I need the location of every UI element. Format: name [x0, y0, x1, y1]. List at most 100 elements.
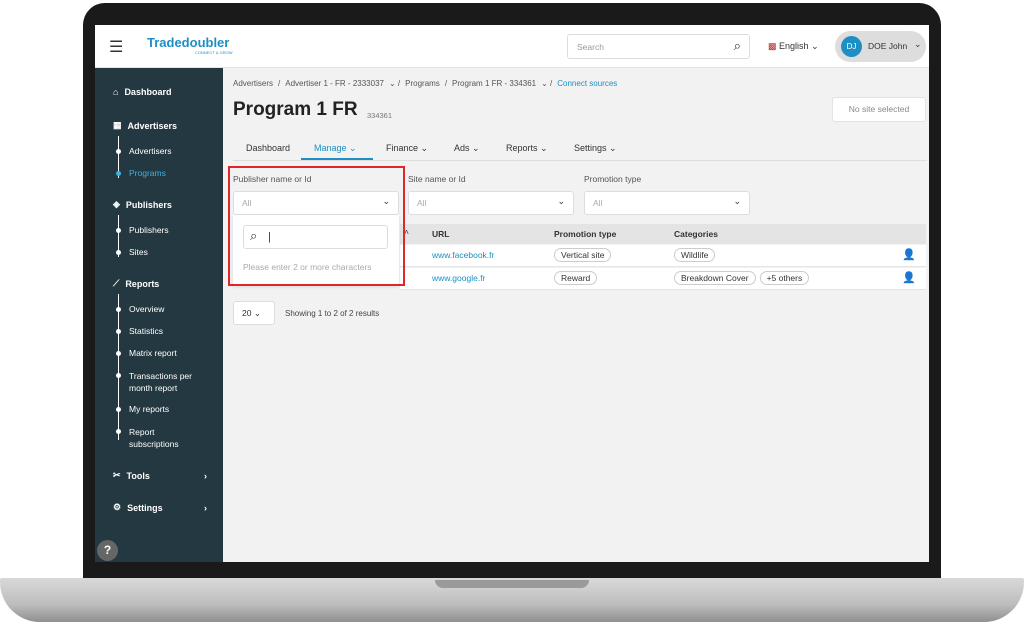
chevron-right-icon: ›	[204, 502, 207, 513]
help-button[interactable]: ?	[97, 540, 118, 561]
tree-dot	[116, 250, 121, 255]
sidebar-subitem-report-subscriptions[interactable]: Report subscriptions	[129, 426, 199, 450]
tree-dot	[116, 149, 121, 154]
sidebar-item-reports[interactable]: ⟋ Reports	[113, 278, 159, 289]
chevron-down-icon: ⌄	[733, 196, 741, 206]
gear-icon: ⚙	[113, 502, 122, 512]
layers-icon: ◈	[113, 199, 120, 209]
chevron-down-icon: ⌄	[914, 39, 922, 49]
sidebar-subitem-sites[interactable]: Sites	[129, 247, 148, 257]
site-select[interactable]: All ⌄	[408, 191, 574, 215]
tab-finance[interactable]: Finance ⌄	[386, 143, 428, 154]
breadcrumb-current[interactable]: Connect sources	[557, 79, 617, 88]
sidebar-label: Reports	[125, 278, 160, 289]
sidebar-label: Dashboard	[124, 87, 172, 97]
sidebar-subitem-statistics[interactable]: Statistics	[129, 326, 163, 336]
user-lock-icon[interactable]: 👤	[902, 271, 916, 284]
page-title: Program 1 FR	[233, 99, 358, 120]
logo[interactable]: Tradedoubler	[147, 35, 229, 50]
tab-dashboard[interactable]: Dashboard	[246, 143, 290, 153]
page-size-value: 20	[242, 308, 252, 318]
menu-icon[interactable]: ☰	[109, 37, 123, 57]
tree-dot	[116, 373, 121, 378]
category-badge: Breakdown Cover	[674, 271, 756, 285]
promotion-select[interactable]: All ⌄	[584, 191, 750, 215]
tree-dot	[116, 307, 121, 312]
language-label: English	[779, 41, 809, 51]
tab-manage[interactable]: Manage ⌄	[314, 143, 357, 154]
breadcrumb-item[interactable]: Advertiser 1 - FR - 2333037	[285, 79, 384, 88]
user-menu[interactable]: DJ DOE John ⌄	[835, 31, 926, 62]
table-row: www.facebook.fr Vertical site Wildlife 👤	[400, 245, 926, 267]
sidebar-label: Settings	[127, 502, 163, 513]
sidebar-subitem-overview[interactable]: Overview	[129, 304, 164, 314]
chart-icon: ⟋	[113, 278, 120, 288]
user-name: DOE John	[868, 41, 908, 51]
breadcrumb-item[interactable]: Programs	[405, 79, 440, 88]
url-link[interactable]: www.facebook.fr	[432, 250, 494, 260]
column-header[interactable]: Categories	[674, 229, 718, 239]
avatar: DJ	[841, 36, 862, 57]
promotion-badge: Vertical site	[554, 248, 612, 262]
category-badge: Wildlife	[674, 248, 716, 262]
sidebar-label: Publishers	[125, 199, 172, 210]
breadcrumb-item[interactable]: Advertisers	[233, 79, 273, 88]
sidebar-item-tools[interactable]: ✂ Tools ›	[113, 470, 207, 481]
uk-flag-icon: ▩	[768, 41, 777, 51]
sidebar-subitem-advertisers[interactable]: Advertisers	[129, 146, 172, 156]
page-size-select[interactable]: 20 ⌄	[233, 301, 275, 325]
logo-tagline: CONNECT & GROW	[195, 50, 233, 55]
search-input[interactable]: Search ⌕	[567, 34, 750, 59]
tree-dot	[116, 171, 121, 176]
sidebar-subitem-publishers[interactable]: Publishers	[129, 225, 169, 235]
select-value: All	[593, 198, 603, 208]
tab-label: Reports	[506, 143, 538, 153]
sidebar: ⌂ Dashboard ▦ Advertisers Advertisers Prog…	[95, 68, 223, 562]
user-lock-icon[interactable]: 👤	[902, 248, 916, 261]
sidebar-subitem-my-reports[interactable]: My reports	[129, 404, 169, 414]
tab-reports[interactable]: Reports ⌄	[506, 143, 548, 154]
tab-settings[interactable]: Settings ⌄	[574, 143, 617, 154]
tree-dot	[116, 329, 121, 334]
more-categories-badge[interactable]: +5 others	[759, 271, 810, 285]
promotion-badge: Reward	[554, 271, 598, 285]
sidebar-label: Advertisers	[127, 120, 178, 131]
tab-ads[interactable]: Ads ⌄	[454, 143, 480, 154]
tree-line	[118, 294, 119, 440]
breadcrumb: Advertisers / Advertiser 1 - FR - 2333037…	[233, 79, 618, 88]
site-filter-label: Site name or Id	[408, 174, 466, 184]
sidebar-subitem-programs[interactable]: Programs	[129, 168, 166, 178]
language-selector[interactable]: ▩ English ⌄	[768, 41, 819, 52]
column-header[interactable]: URL	[432, 229, 449, 239]
top-header: ☰ Tradedoubler CONNECT & GROW Search ⌕ ▩…	[95, 25, 929, 68]
tree-dot	[116, 228, 121, 233]
tree-dot	[116, 351, 121, 356]
app-screen: ☰ Tradedoubler CONNECT & GROW Search ⌕ ▩…	[95, 25, 929, 562]
search-placeholder: Search	[577, 42, 604, 52]
tools-icon: ✂	[113, 470, 121, 480]
breadcrumb-item[interactable]: Program 1 FR - 334361	[452, 79, 536, 88]
tab-label: Finance	[386, 143, 419, 153]
sidebar-item-publishers[interactable]: ◈ Publishers	[113, 199, 172, 210]
tab-label: Manage	[314, 143, 347, 153]
site-selector[interactable]: No site selected	[832, 97, 926, 122]
sidebar-item-dashboard[interactable]: ⌂ Dashboard	[113, 87, 171, 97]
chevron-right-icon: ›	[204, 470, 207, 481]
results-summary: Showing 1 to 2 of 2 results	[285, 309, 380, 318]
url-link[interactable]: www.google.fr	[432, 273, 485, 283]
sidebar-subitem-transactions[interactable]: Transactions per month report	[129, 370, 209, 394]
home-icon: ⌂	[113, 87, 119, 97]
grid-icon: ▦	[113, 120, 122, 130]
tabs-divider	[233, 160, 927, 161]
sidebar-item-settings[interactable]: ⚙ Settings ›	[113, 502, 207, 513]
promotion-filter-label: Promotion type	[584, 174, 642, 184]
tree-dot	[116, 407, 121, 412]
column-header[interactable]: Promotion type	[554, 229, 616, 239]
laptop-notch	[435, 580, 589, 588]
sidebar-item-advertisers[interactable]: ▦ Advertisers	[113, 120, 177, 131]
table-row: www.google.fr Reward Breakdown Cover +5 o…	[400, 268, 926, 290]
search-icon[interactable]: ⌕	[734, 38, 741, 54]
sidebar-subitem-matrix-report[interactable]: Matrix report	[129, 348, 177, 358]
tab-label: Settings	[574, 143, 607, 153]
chevron-down-icon: ⌄	[253, 308, 261, 318]
